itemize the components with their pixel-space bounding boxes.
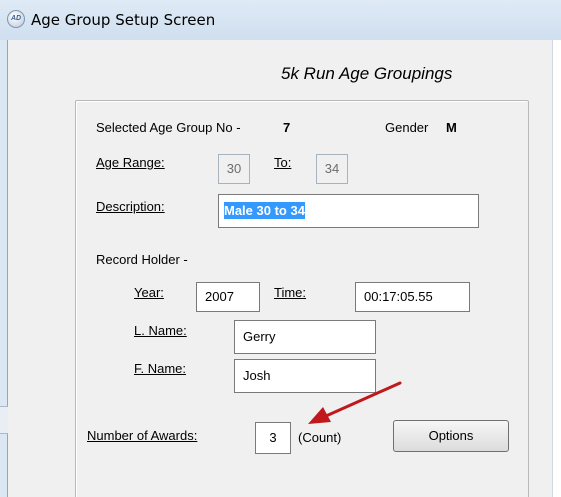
selected-group-value: 7	[283, 120, 291, 135]
last-name-label: L. Name:	[134, 323, 187, 338]
gender-value: M	[446, 120, 457, 135]
title-bar: AD Age Group Setup Screen	[0, 0, 561, 40]
awards-count-field[interactable]: 3	[255, 422, 291, 454]
to-label: To:	[274, 155, 292, 170]
first-name-label: F. Name:	[134, 361, 187, 376]
gender-label: Gender	[385, 120, 429, 135]
window-right-edge	[552, 40, 561, 497]
description-label: Description:	[96, 199, 165, 214]
record-holder-label: Record Holder -	[96, 252, 188, 267]
window-resize-notch	[0, 406, 8, 434]
count-label: (Count)	[298, 430, 342, 445]
year-field[interactable]: 2007	[196, 282, 260, 312]
year-label: Year:	[134, 285, 164, 300]
time-field[interactable]: 00:17:05.55	[355, 282, 470, 312]
form-heading: 5k Run Age Groupings	[281, 64, 453, 83]
last-name-field[interactable]: Gerry	[234, 320, 376, 354]
app-icon[interactable]: AD	[7, 10, 25, 28]
window-right-edge-line	[552, 40, 553, 497]
selected-group-label: Selected Age Group No -	[96, 120, 241, 135]
awards-label: Number of Awards:	[87, 428, 198, 443]
description-field[interactable]: Male 30 to 34	[218, 194, 479, 228]
age-to-field[interactable]: 34	[316, 154, 348, 184]
window-title: Age Group Setup Screen	[31, 11, 216, 29]
age-range-label: Age Range:	[96, 155, 165, 170]
annotation-arrow-icon	[308, 381, 402, 424]
time-label: Time:	[274, 285, 307, 300]
age-from-field[interactable]: 30	[218, 154, 250, 184]
options-button[interactable]: Options	[393, 420, 509, 452]
description-selected-text: Male 30 to 34	[224, 202, 305, 219]
